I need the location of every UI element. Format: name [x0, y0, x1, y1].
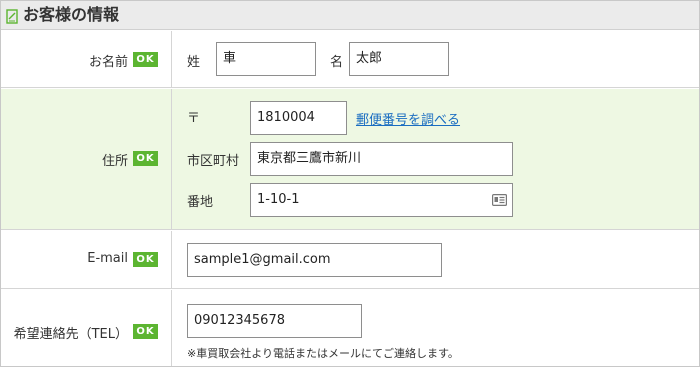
- ok-badge: OK: [133, 151, 158, 166]
- first-name-label: 名: [330, 55, 344, 70]
- email-label-cell: E-mail OK: [1, 231, 172, 288]
- address-row: 住所 OK 〒 1810004 郵便番号を調べる 市区町村 東京都三鷹市新川 番…: [1, 89, 699, 230]
- pencil-icon: [6, 9, 18, 24]
- email-input[interactable]: sample1@gmail.com: [187, 243, 442, 277]
- last-name-input[interactable]: 車: [216, 42, 316, 76]
- ok-badge: OK: [133, 324, 158, 339]
- street-value: 1-10-1: [257, 192, 300, 207]
- tel-label-cell: 希望連絡先（TEL） OK: [1, 290, 172, 366]
- postal-code-input[interactable]: 1810004: [250, 101, 347, 135]
- name-label-cell: お名前 OK: [1, 31, 172, 87]
- tel-label: 希望連絡先（TEL）: [13, 327, 128, 342]
- address-label: 住所: [101, 154, 128, 169]
- address-label-cell: 住所 OK: [1, 89, 172, 229]
- section-header: お客様の情報: [1, 1, 699, 30]
- first-name-input[interactable]: 太郎: [349, 42, 449, 76]
- email-row: E-mail OK sample1@gmail.com: [1, 231, 699, 289]
- street-input[interactable]: 1-10-1: [250, 183, 513, 217]
- customer-info-form: お客様の情報 お名前 OK 姓 車 名 太郎 住所 OK 〒 1810004 郵…: [0, 0, 700, 367]
- city-label: 市区町村: [187, 154, 240, 169]
- postal-code-label: 〒: [187, 111, 201, 126]
- contact-note: ※車買取会社より電話またはメールにてご連絡します。: [187, 347, 459, 360]
- email-label: E-mail: [87, 251, 128, 266]
- ok-badge: OK: [133, 52, 158, 67]
- last-name-label: 姓: [187, 55, 201, 70]
- name-label: お名前: [88, 55, 128, 70]
- street-label: 番地: [187, 195, 214, 210]
- name-row: お名前 OK 姓 車 名 太郎: [1, 31, 699, 88]
- section-title: お客様の情報: [23, 5, 120, 24]
- city-input[interactable]: 東京都三鷹市新川: [250, 142, 513, 176]
- ok-badge: OK: [133, 252, 158, 267]
- tel-row: 希望連絡先（TEL） OK 09012345678 ※車買取会社より電話またはメ…: [1, 290, 699, 366]
- address-card-icon[interactable]: [492, 194, 507, 206]
- postal-code-lookup-link[interactable]: 郵便番号を調べる: [356, 109, 460, 128]
- tel-input[interactable]: 09012345678: [187, 304, 362, 338]
